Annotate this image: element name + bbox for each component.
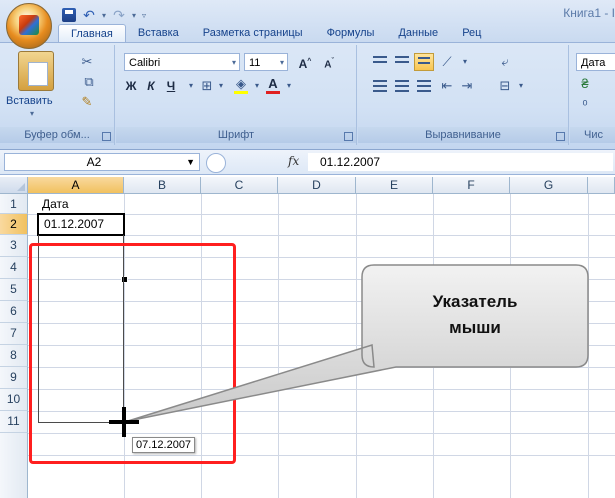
- number-group-label: Чис: [570, 127, 615, 143]
- bold-button[interactable]: Ж: [122, 77, 140, 95]
- merge-center-icon[interactable]: ⊟: [498, 79, 512, 93]
- redo-icon[interactable]: ↷: [112, 8, 126, 22]
- clipboard-group-label: Буфер обм...: [0, 127, 114, 143]
- orientation-icon[interactable]: ⟋: [440, 55, 454, 69]
- align-bottom-icon[interactable]: [414, 53, 434, 71]
- font-name-select[interactable]: Calibri ▾: [124, 53, 240, 71]
- tab-home[interactable]: Главная: [58, 24, 126, 42]
- number-group: Дата ₴ ⁰ Чис: [570, 45, 615, 145]
- currency-format-icon[interactable]: ₴: [578, 77, 592, 91]
- align-right-icon[interactable]: [414, 77, 434, 95]
- alignment-group-label: Выравнивание: [358, 127, 568, 143]
- crosshair-cursor-icon: [109, 407, 139, 437]
- format-painter-icon[interactable]: ✎: [80, 95, 94, 109]
- italic-button[interactable]: К: [142, 77, 160, 95]
- align-top-icon[interactable]: [370, 53, 390, 71]
- tab-data[interactable]: Данные: [386, 24, 450, 42]
- alignment-group: ⟋ ▾ ⤶ ⇤ ⇥ ⊟ ▾ Выравнивание: [358, 45, 569, 145]
- align-center-icon[interactable]: [392, 77, 412, 95]
- name-box-value: A2: [86, 155, 102, 169]
- ribbon-tabs: Главная Вставка Разметка страницы Формул…: [58, 24, 493, 42]
- number-format-select[interactable]: Дата: [576, 53, 615, 71]
- merge-dropdown-icon[interactable]: ▾: [514, 79, 528, 93]
- quick-access-toolbar: ↶ ▾ ↷ ▾ ▿: [62, 6, 146, 24]
- align-middle-icon[interactable]: [392, 53, 412, 71]
- paste-button[interactable]: Вставить: [6, 95, 53, 107]
- font-color-dropdown-icon[interactable]: ▾: [282, 79, 296, 93]
- shrink-font-icon[interactable]: Aˇ: [318, 53, 340, 71]
- autofill-tooltip: 07.12.2007: [132, 437, 196, 453]
- callout-subtitle: мыши: [449, 318, 501, 337]
- tab-page-layout[interactable]: Разметка страницы: [191, 24, 315, 42]
- underline-dropdown-icon[interactable]: ▾: [184, 79, 198, 93]
- customize-qat-icon[interactable]: ▿: [142, 11, 146, 20]
- wrap-text-icon[interactable]: ⤶: [498, 55, 512, 69]
- callout-title: Указатель: [432, 292, 518, 311]
- underline-button[interactable]: Ч: [162, 77, 180, 95]
- name-box[interactable]: A2 ▼: [4, 153, 200, 171]
- borders-dropdown-icon[interactable]: ▾: [214, 79, 228, 93]
- decrease-indent-icon[interactable]: ⇤: [440, 79, 454, 93]
- redo-dropdown-icon[interactable]: ▾: [132, 11, 136, 20]
- paste-icon[interactable]: [18, 51, 54, 91]
- align-left-icon[interactable]: [370, 77, 390, 95]
- font-group-label: Шрифт: [116, 127, 356, 143]
- office-button[interactable]: [6, 3, 52, 49]
- grow-font-icon[interactable]: A^: [294, 53, 316, 71]
- formula-cancel-icon[interactable]: [206, 153, 226, 173]
- font-size-value: 11: [249, 57, 261, 69]
- font-dialog-icon[interactable]: [344, 132, 353, 141]
- office-logo-icon: [19, 15, 39, 35]
- borders-icon[interactable]: ⊞: [200, 79, 214, 93]
- font-group: Calibri ▾ 11 ▾ A^ Aˇ Ж К Ч ▾ ⊞ ▾ ◈ ▾ A ▾…: [116, 45, 357, 145]
- insert-function-icon[interactable]: fx: [288, 154, 299, 168]
- fill-color-dropdown-icon[interactable]: ▾: [250, 79, 264, 93]
- chevron-down-icon: ▾: [279, 58, 284, 67]
- title-bar: ↶ ▾ ↷ ▾ ▿ Книга1 - I Главная Вставка Раз…: [0, 0, 615, 49]
- formula-bar: A2 ▼ fx 01.12.2007: [0, 150, 615, 175]
- orientation-dropdown-icon[interactable]: ▾: [458, 55, 472, 69]
- chevron-down-icon: ▾: [231, 58, 236, 67]
- undo-icon[interactable]: ↶: [82, 8, 96, 22]
- save-icon[interactable]: [62, 8, 76, 22]
- formula-input[interactable]: 01.12.2007: [308, 153, 613, 171]
- undo-dropdown-icon[interactable]: ▾: [102, 11, 106, 20]
- clipboard-group: Вставить ▾ ✂ ⧉ ✎ Буфер обм...: [0, 45, 115, 145]
- ribbon: Вставить ▾ ✂ ⧉ ✎ Буфер обм... Calibri ▾ …: [0, 42, 615, 150]
- font-size-select[interactable]: 11 ▾: [244, 53, 288, 71]
- tab-review[interactable]: Рец: [450, 24, 493, 42]
- increase-decimal-icon[interactable]: ⁰: [578, 99, 592, 113]
- font-color-icon[interactable]: A: [266, 77, 280, 94]
- tab-insert[interactable]: Вставка: [126, 24, 191, 42]
- increase-indent-icon[interactable]: ⇥: [460, 79, 474, 93]
- fill-color-icon[interactable]: ◈: [234, 77, 248, 94]
- font-name-value: Calibri: [129, 57, 161, 69]
- alignment-dialog-icon[interactable]: [556, 132, 565, 141]
- clipboard-dialog-icon[interactable]: [102, 132, 111, 141]
- paste-dropdown-icon[interactable]: ▾: [30, 109, 34, 118]
- cut-icon[interactable]: ✂: [80, 55, 94, 69]
- worksheet-grid[interactable]: A B C D E F G 1 2 3 4 5 6 7 8 9 10 11 Да…: [0, 177, 615, 498]
- tab-formulas[interactable]: Формулы: [315, 24, 387, 42]
- document-title: Книга1 - I: [563, 6, 615, 20]
- chevron-down-icon: ▼: [186, 157, 195, 167]
- copy-icon[interactable]: ⧉: [82, 75, 96, 89]
